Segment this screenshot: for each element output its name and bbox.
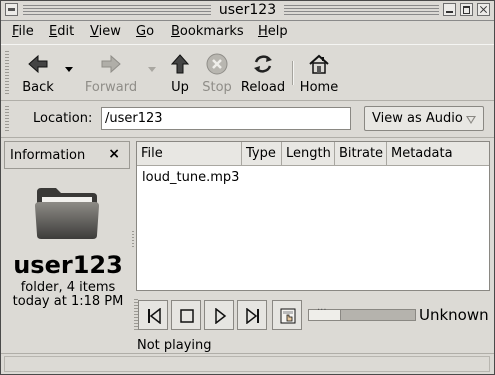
next-button[interactable] (237, 300, 267, 330)
title-grip (23, 3, 439, 16)
column-length[interactable]: Length (282, 142, 335, 166)
window-menu-icon[interactable] (5, 3, 18, 16)
volume-slider[interactable] (308, 305, 416, 321)
back-button[interactable]: Back (15, 49, 61, 97)
maximize-icon[interactable] (460, 3, 473, 16)
location-grip[interactable] (5, 106, 9, 132)
view-as-dropdown[interactable]: View as Audio (364, 106, 484, 131)
up-button[interactable]: Up (165, 49, 195, 97)
menu-go[interactable]: Go (136, 24, 154, 39)
close-icon[interactable] (477, 3, 490, 16)
audio-player: Unknown (134, 297, 492, 335)
up-label: Up (171, 80, 189, 95)
menu-bookmarks[interactable]: Bookmarks (171, 24, 244, 39)
home-label: Home (299, 80, 339, 95)
reload-label: Reload (240, 80, 286, 95)
skip-back-icon (148, 308, 161, 324)
back-history-dropdown[interactable] (65, 67, 73, 72)
location-input[interactable]: /user123 (101, 107, 351, 130)
menu-file[interactable]: File (12, 24, 34, 39)
sidebar-header[interactable]: Information × (4, 141, 130, 169)
playback-status: Not playing (137, 338, 212, 353)
column-file[interactable]: File (137, 142, 242, 166)
home-icon (309, 54, 329, 74)
menu-edit[interactable]: Edit (49, 24, 74, 39)
sidebar-title: Information (10, 148, 86, 163)
volume-slider-thumb[interactable] (309, 305, 341, 320)
nautilus-window: user123 File Edit View Go Bookmarks Help… (0, 0, 495, 375)
forward-history-dropdown[interactable] (148, 67, 156, 72)
volume-button[interactable] (272, 300, 302, 330)
menu-bar: File Edit View Go Bookmarks Help (1, 21, 494, 43)
menu-help[interactable]: Help (258, 24, 288, 39)
folder-name: user123 (13, 251, 123, 279)
back-arrow-icon (28, 54, 48, 74)
mixer-hand-icon (280, 308, 296, 324)
play-button[interactable] (204, 300, 234, 330)
stop-button[interactable]: Stop (199, 49, 235, 97)
stop-icon (206, 53, 228, 75)
forward-arrow-icon (101, 54, 121, 74)
stop-label: Stop (202, 80, 232, 95)
column-bitrate[interactable]: Bitrate (335, 142, 387, 166)
column-type[interactable]: Type (242, 142, 282, 166)
folder-icon (35, 188, 99, 239)
reload-icon (254, 55, 272, 73)
folder-modified: today at 1:18 PM (12, 294, 124, 309)
toolbar-separator (292, 61, 294, 85)
chevron-down-icon (466, 116, 476, 124)
location-bar: Location: /user123 View as Audio (1, 100, 494, 138)
forward-label: Forward (84, 80, 138, 95)
skip-forward-icon (246, 308, 259, 324)
toolbar: Back Forward Up Stop Reload Home (1, 44, 494, 101)
menu-view[interactable]: View (90, 24, 121, 39)
location-label: Location: (33, 111, 93, 126)
reload-button[interactable]: Reload (239, 49, 287, 97)
play-icon (215, 308, 227, 324)
stop-playback-button[interactable] (171, 300, 201, 330)
minimize-icon[interactable] (443, 3, 456, 16)
list-item[interactable]: loud_tune.mp3 (142, 170, 239, 185)
back-label: Back (22, 80, 54, 95)
file-list[interactable]: File Type Length Bitrate Metadata loud_t… (136, 141, 490, 291)
status-bar (1, 353, 494, 374)
stop-square-icon (180, 309, 194, 323)
view-as-label: View as Audio (372, 111, 463, 126)
column-metadata[interactable]: Metadata (387, 142, 489, 166)
up-arrow-icon (170, 54, 190, 74)
title-bar[interactable]: user123 (1, 1, 494, 21)
sidebar-close-icon[interactable]: × (108, 146, 120, 162)
previous-button[interactable] (138, 300, 168, 330)
volume-readout: Unknown (419, 306, 489, 324)
home-button[interactable]: Home (298, 49, 340, 97)
forward-button[interactable]: Forward (79, 49, 143, 97)
folder-summary: folder, 4 items (20, 280, 116, 295)
status-bar-field (4, 356, 490, 372)
toolbar-grip[interactable] (5, 51, 9, 95)
